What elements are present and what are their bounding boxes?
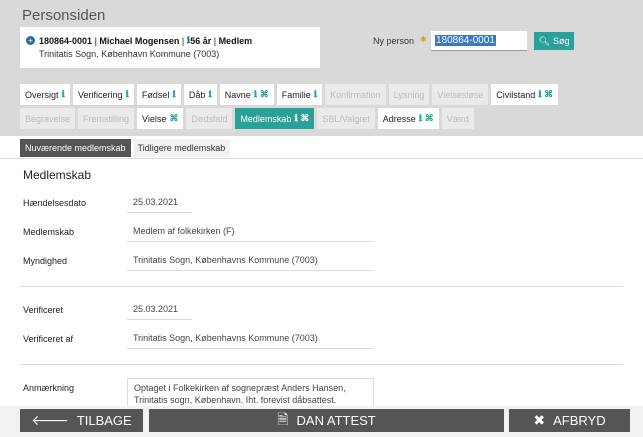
- search-button-label: Søg: [552, 36, 570, 46]
- tab-adresse[interactable]: Adresse ℹ ⌘: [377, 108, 439, 129]
- tab-previous-membership[interactable]: Tidligere medlemskab: [132, 139, 231, 157]
- tab-familie[interactable]: Familie ℹ: [276, 84, 323, 105]
- membership-value: Medlem af folkekirken (F): [127, 220, 374, 242]
- tab-info-icon: ℹ ⌘: [418, 113, 434, 123]
- authority-label: Myndighed: [23, 256, 68, 266]
- note-value: Optaget i Folkekirken af sognepræst Ande…: [127, 378, 374, 408]
- tab-medlemskab[interactable]: Medlemskab ℹ ⌘: [235, 108, 315, 129]
- tab-info-icon: ℹ ⌘: [253, 89, 269, 99]
- tab-fremstilling: Fremstilling: [78, 108, 135, 129]
- authority-value: Trinitatis Sogn, Københavns Kommune (700…: [127, 249, 374, 271]
- event-date-label: Hændelsesdato: [23, 198, 87, 208]
- new-person-input-value: 180864-0001: [435, 35, 496, 46]
- tab-info-icon: ℹ: [61, 89, 65, 99]
- tab-label: SBL/Valgret: [322, 113, 370, 124]
- cancel-button[interactable]: ✖ AFBRYD: [509, 409, 630, 432]
- verified-value: 25.03.2021: [127, 298, 192, 320]
- tab-info-icon: ℹ: [125, 89, 129, 99]
- membership-content: Medlemskab Hændelsesdato 25.03.2021 Medl…: [0, 158, 643, 408]
- person-age: 56 år: [190, 35, 212, 46]
- section-title: Medlemskab: [23, 168, 92, 182]
- person-summary: + 180864-0001 | Michael Mogensen | ℹ 56 …: [20, 27, 320, 68]
- person-tabs: Oversigt ℹ Verificering ℹ Fødsel ℹ Dåb ℹ Navne ℹ …: [20, 84, 630, 132]
- tab-begravelse: Begravelse: [20, 108, 76, 129]
- back-button-label: TILBAGE: [76, 413, 132, 428]
- tab-label: Verificering: [77, 89, 123, 100]
- tab-verificering[interactable]: Verificering ℹ: [72, 84, 134, 105]
- tab-label: Familie: [281, 89, 311, 100]
- tab-vielse[interactable]: Vielse ⌘: [137, 108, 184, 129]
- tab-lysning: Lysning: [388, 84, 430, 105]
- tab-label: Dødsfald: [191, 113, 228, 124]
- tab-fødsel[interactable]: Fødsel ℹ: [136, 84, 181, 105]
- search-icon: 🔍︎: [538, 35, 550, 46]
- tab-info-icon: ℹ: [313, 89, 318, 99]
- create-certificate-button[interactable]: 🗎 DAN ATTEST: [149, 409, 504, 432]
- tab-label: Fødsel: [141, 89, 170, 100]
- create-certificate-label: DAN ATTEST: [296, 413, 376, 428]
- person-name: Michael Mogensen: [99, 35, 180, 46]
- tab-info-icon: ℹ: [172, 89, 176, 99]
- close-icon: ✖: [533, 412, 546, 428]
- tab-label: Fremstilling: [83, 113, 130, 124]
- header: Personsiden + 180864-0001 | Michael Moge…: [0, 0, 643, 136]
- tab-label: Værd: [446, 113, 469, 124]
- tab-oversigt[interactable]: Oversigt ℹ: [20, 84, 70, 105]
- tab-civilstand[interactable]: Civilstand ℹ ⌘: [491, 84, 559, 105]
- tab-label: Begravelse: [25, 113, 71, 124]
- divider: [20, 364, 623, 365]
- tab-konfirmation: Konfirmation: [325, 84, 386, 105]
- tab-dåb[interactable]: Dåb ℹ: [183, 84, 217, 105]
- page-title: Personsiden: [22, 7, 106, 24]
- verified-by-label: Verificeret af: [23, 334, 74, 344]
- tab-dødsfald: Dødsfald: [186, 108, 233, 129]
- divider: [20, 286, 623, 287]
- new-person-label: Ny person: [373, 36, 415, 46]
- cancel-button-label: AFBRYD: [553, 413, 606, 428]
- search-button[interactable]: 🔍︎ Søg: [534, 32, 574, 50]
- event-date-value: 25.03.2021: [127, 191, 192, 213]
- tab-label: Dåb: [188, 89, 206, 100]
- tab-label: Lysning: [393, 89, 425, 100]
- verified-label: Verificeret: [23, 305, 64, 315]
- tab-label: Adresse: [382, 113, 416, 124]
- tab-row-1: Oversigt ℹ Verificering ℹ Fødsel ℹ Dåb ℹ Navne ℹ …: [20, 84, 630, 105]
- tab-info-icon: ⌘: [169, 113, 179, 123]
- tab-label: Medlemskab: [240, 113, 292, 124]
- membership-label: Medlemskab: [23, 227, 75, 237]
- tab-label: Civilstand: [496, 89, 536, 100]
- tab-current-membership[interactable]: Nuværende medlemskab: [20, 139, 131, 157]
- tab-værd: Værd: [441, 108, 474, 129]
- tab-label: Vielse: [142, 113, 167, 124]
- back-button[interactable]: 🡐 TILBAGE: [20, 409, 143, 432]
- tab-info-icon: ℹ ⌘: [538, 89, 554, 99]
- tab-label: Oversigt: [25, 89, 59, 100]
- new-person-input[interactable]: 180864-0001: [431, 31, 527, 51]
- tab-info-icon: ℹ: [208, 89, 212, 99]
- expand-icon[interactable]: +: [26, 36, 35, 45]
- footer: 🡐 TILBAGE 🗎 DAN ATTEST ✖ AFBRYD: [0, 406, 643, 437]
- person-status: Medlem: [218, 35, 253, 46]
- tab-label: Konfirmation: [330, 89, 381, 100]
- arrow-left-icon: 🡐: [31, 412, 69, 428]
- required-star-icon: ✱: [420, 35, 427, 44]
- membership-tabs: Nuværende medlemskab Tidligere medlemska…: [20, 139, 231, 157]
- tab-vielsesløse: Vielsesløse: [432, 84, 489, 105]
- document-icon: 🗎: [277, 410, 289, 427]
- tab-row-2: Begravelse Fremstilling Vielse ⌘ Dødsfald Med…: [20, 108, 630, 129]
- person-id: 180864-0001: [39, 35, 93, 46]
- note-label: Anmærkning: [23, 383, 75, 393]
- person-address: Trinitatis Sogn, København Kommune (7003…: [39, 49, 220, 59]
- tab-info-icon: ℹ ⌘: [294, 113, 310, 123]
- verified-by-value: Trinitatis Sogn, Københavns Kommune (700…: [127, 327, 374, 349]
- tab-sbl-valgret: SBL/Valgret: [317, 108, 375, 129]
- tab-label: Vielsesløse: [437, 89, 484, 100]
- tab-label: Navne: [224, 89, 251, 100]
- tab-navne[interactable]: Navne ℹ ⌘: [219, 84, 274, 105]
